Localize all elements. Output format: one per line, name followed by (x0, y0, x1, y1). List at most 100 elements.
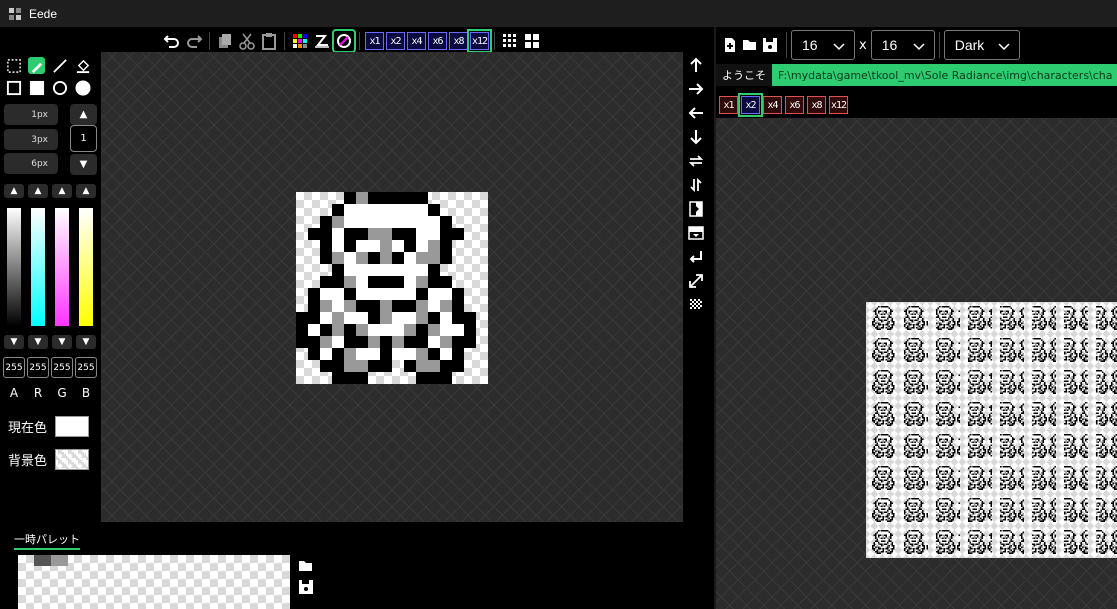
background-color-swatch[interactable] (55, 449, 90, 470)
cut-icon[interactable] (237, 31, 257, 51)
blue-down-button[interactable]: ▼ (76, 335, 96, 349)
line-tool-icon[interactable] (51, 57, 68, 74)
temp-palette-tab[interactable]: 一時パレット (14, 531, 80, 550)
sprite-sheet-image[interactable] (866, 302, 1117, 558)
sheet-zoom-x2-button[interactable]: x2 (738, 93, 763, 117)
pen-size-up-button[interactable]: ▲ (70, 104, 97, 125)
arrow-up-icon[interactable] (686, 55, 706, 75)
current-color-swatch[interactable] (55, 416, 90, 437)
toolbar-separator (786, 32, 787, 58)
red-value[interactable]: 255 (27, 357, 49, 378)
tool-panel: 1px 3px 6px ▲ 1 ▼ ▲ ▲ ▲ ▲ ▼ ▼ ▼ ▼ 255 25… (0, 52, 100, 522)
paste-icon[interactable] (259, 31, 279, 51)
mirror-vertical-icon[interactable] (686, 223, 706, 243)
sheet-zoom-x1-button[interactable]: x1 (719, 96, 738, 114)
open-file-icon[interactable] (740, 35, 760, 55)
blue-up-button[interactable]: ▲ (76, 184, 96, 198)
redo-icon[interactable] (184, 31, 204, 51)
color-pick-icon[interactable] (332, 29, 356, 53)
blue-label: B (81, 386, 91, 400)
mirror-horizontal-icon[interactable] (686, 199, 706, 219)
blue-track[interactable] (79, 208, 93, 326)
pen-size-6px-button[interactable]: 6px (4, 153, 58, 174)
toolbar-separator (209, 32, 210, 50)
red-track[interactable] (31, 208, 45, 326)
circle-fill-tool-icon[interactable] (74, 79, 91, 96)
grid-small-icon[interactable] (500, 31, 520, 51)
copy-icon[interactable] (215, 31, 235, 51)
circle-outline-tool-icon[interactable] (51, 79, 68, 96)
sheet-zoom-x4-button[interactable]: x4 (763, 96, 782, 114)
zoom-x12-button[interactable]: x12 (467, 29, 492, 53)
save-file-icon[interactable] (760, 35, 780, 55)
palette-swatch[interactable] (51, 555, 68, 566)
zoom-x1-button[interactable]: x1 (365, 32, 384, 50)
sheet-zoom-x12-button[interactable]: x12 (829, 96, 848, 114)
chevron-down-icon (833, 43, 845, 51)
sheet-zoom-x6-button[interactable]: x6 (785, 96, 804, 114)
expand-icon[interactable] (686, 271, 706, 291)
red-up-button[interactable]: ▲ (28, 184, 48, 198)
red-down-button[interactable]: ▼ (28, 335, 48, 349)
current-color-label: 現在色 (8, 421, 48, 436)
tab-welcome[interactable]: ようこそ (716, 64, 772, 86)
grid-height-select[interactable]: 16 (870, 30, 935, 60)
background-color-row: 背景色 (8, 449, 90, 470)
alpha-down-button[interactable]: ▼ (4, 335, 24, 349)
sprite-pixels[interactable] (296, 192, 488, 384)
alpha-value[interactable]: 255 (3, 357, 25, 378)
arrow-right-icon[interactable] (686, 79, 706, 99)
sprite-sheet-view[interactable] (716, 118, 1117, 609)
green-value[interactable]: 255 (51, 357, 73, 378)
green-track[interactable] (55, 208, 69, 326)
sprite-sheet[interactable] (866, 302, 1117, 558)
toolbar-separator (284, 32, 285, 50)
arrow-down-icon[interactable] (686, 127, 706, 147)
pen-size-1px-button[interactable]: 1px (4, 104, 58, 125)
dither-icon[interactable] (686, 295, 706, 315)
chevron-down-icon (998, 43, 1010, 51)
zoom-x8-button[interactable]: x8 (449, 32, 468, 50)
zoom-x2-button[interactable]: x2 (386, 32, 405, 50)
blue-slider[interactable]: ▲ (76, 184, 98, 326)
flip-vertical-icon[interactable] (686, 175, 706, 195)
theme-select[interactable]: Dark (943, 30, 1020, 60)
main-toolbar: x1 x2 x4 x6 x8 x12 (162, 29, 542, 53)
palette-open-icon[interactable] (296, 556, 316, 576)
temp-palette[interactable] (18, 555, 290, 609)
grid-large-icon[interactable] (522, 31, 542, 51)
arrow-left-icon[interactable] (686, 103, 706, 123)
alpha-track[interactable] (7, 208, 21, 326)
sheet-zoom-x8-button[interactable]: x8 (807, 96, 826, 114)
palette-grid-icon[interactable] (290, 31, 310, 51)
flip-horizontal-icon[interactable] (686, 151, 706, 171)
new-file-icon[interactable] (720, 35, 740, 55)
green-down-button[interactable]: ▼ (52, 335, 72, 349)
pen-size-3px-button[interactable]: 3px (4, 129, 58, 150)
pen-tool-icon[interactable] (28, 57, 45, 74)
fill-tool-icon[interactable] (74, 57, 91, 74)
alpha-up-button[interactable]: ▲ (4, 184, 24, 198)
green-slider[interactable]: ▲ (52, 184, 74, 326)
palette-save-icon[interactable] (296, 577, 316, 597)
blue-value[interactable]: 255 (75, 357, 97, 378)
sprite-canvas[interactable] (296, 192, 488, 384)
zoom-x4-button[interactable]: x4 (407, 32, 426, 50)
tab-file[interactable]: F:\mydata\game\tkool_mv\Sole Radiance\im… (772, 64, 1117, 86)
green-up-button[interactable]: ▲ (52, 184, 72, 198)
pen-size-down-button[interactable]: ▼ (70, 154, 97, 175)
grid-width-select[interactable]: 16 (791, 30, 855, 60)
zoom-x6-button[interactable]: x6 (428, 32, 447, 50)
alpha-slider[interactable]: ▲ (4, 184, 26, 326)
grid-height-value: 16 (881, 37, 898, 53)
enter-icon[interactable] (686, 247, 706, 267)
color-swap-icon[interactable] (312, 31, 332, 51)
rect-fill-tool-icon[interactable] (28, 79, 45, 96)
app-icon (7, 6, 23, 22)
undo-icon[interactable] (162, 31, 182, 51)
rect-outline-tool-icon[interactable] (5, 79, 22, 96)
red-slider[interactable]: ▲ (28, 184, 50, 326)
palette-swatch[interactable] (34, 555, 51, 566)
select-tool-icon[interactable] (5, 57, 22, 74)
drawing-canvas-area[interactable] (101, 52, 683, 522)
